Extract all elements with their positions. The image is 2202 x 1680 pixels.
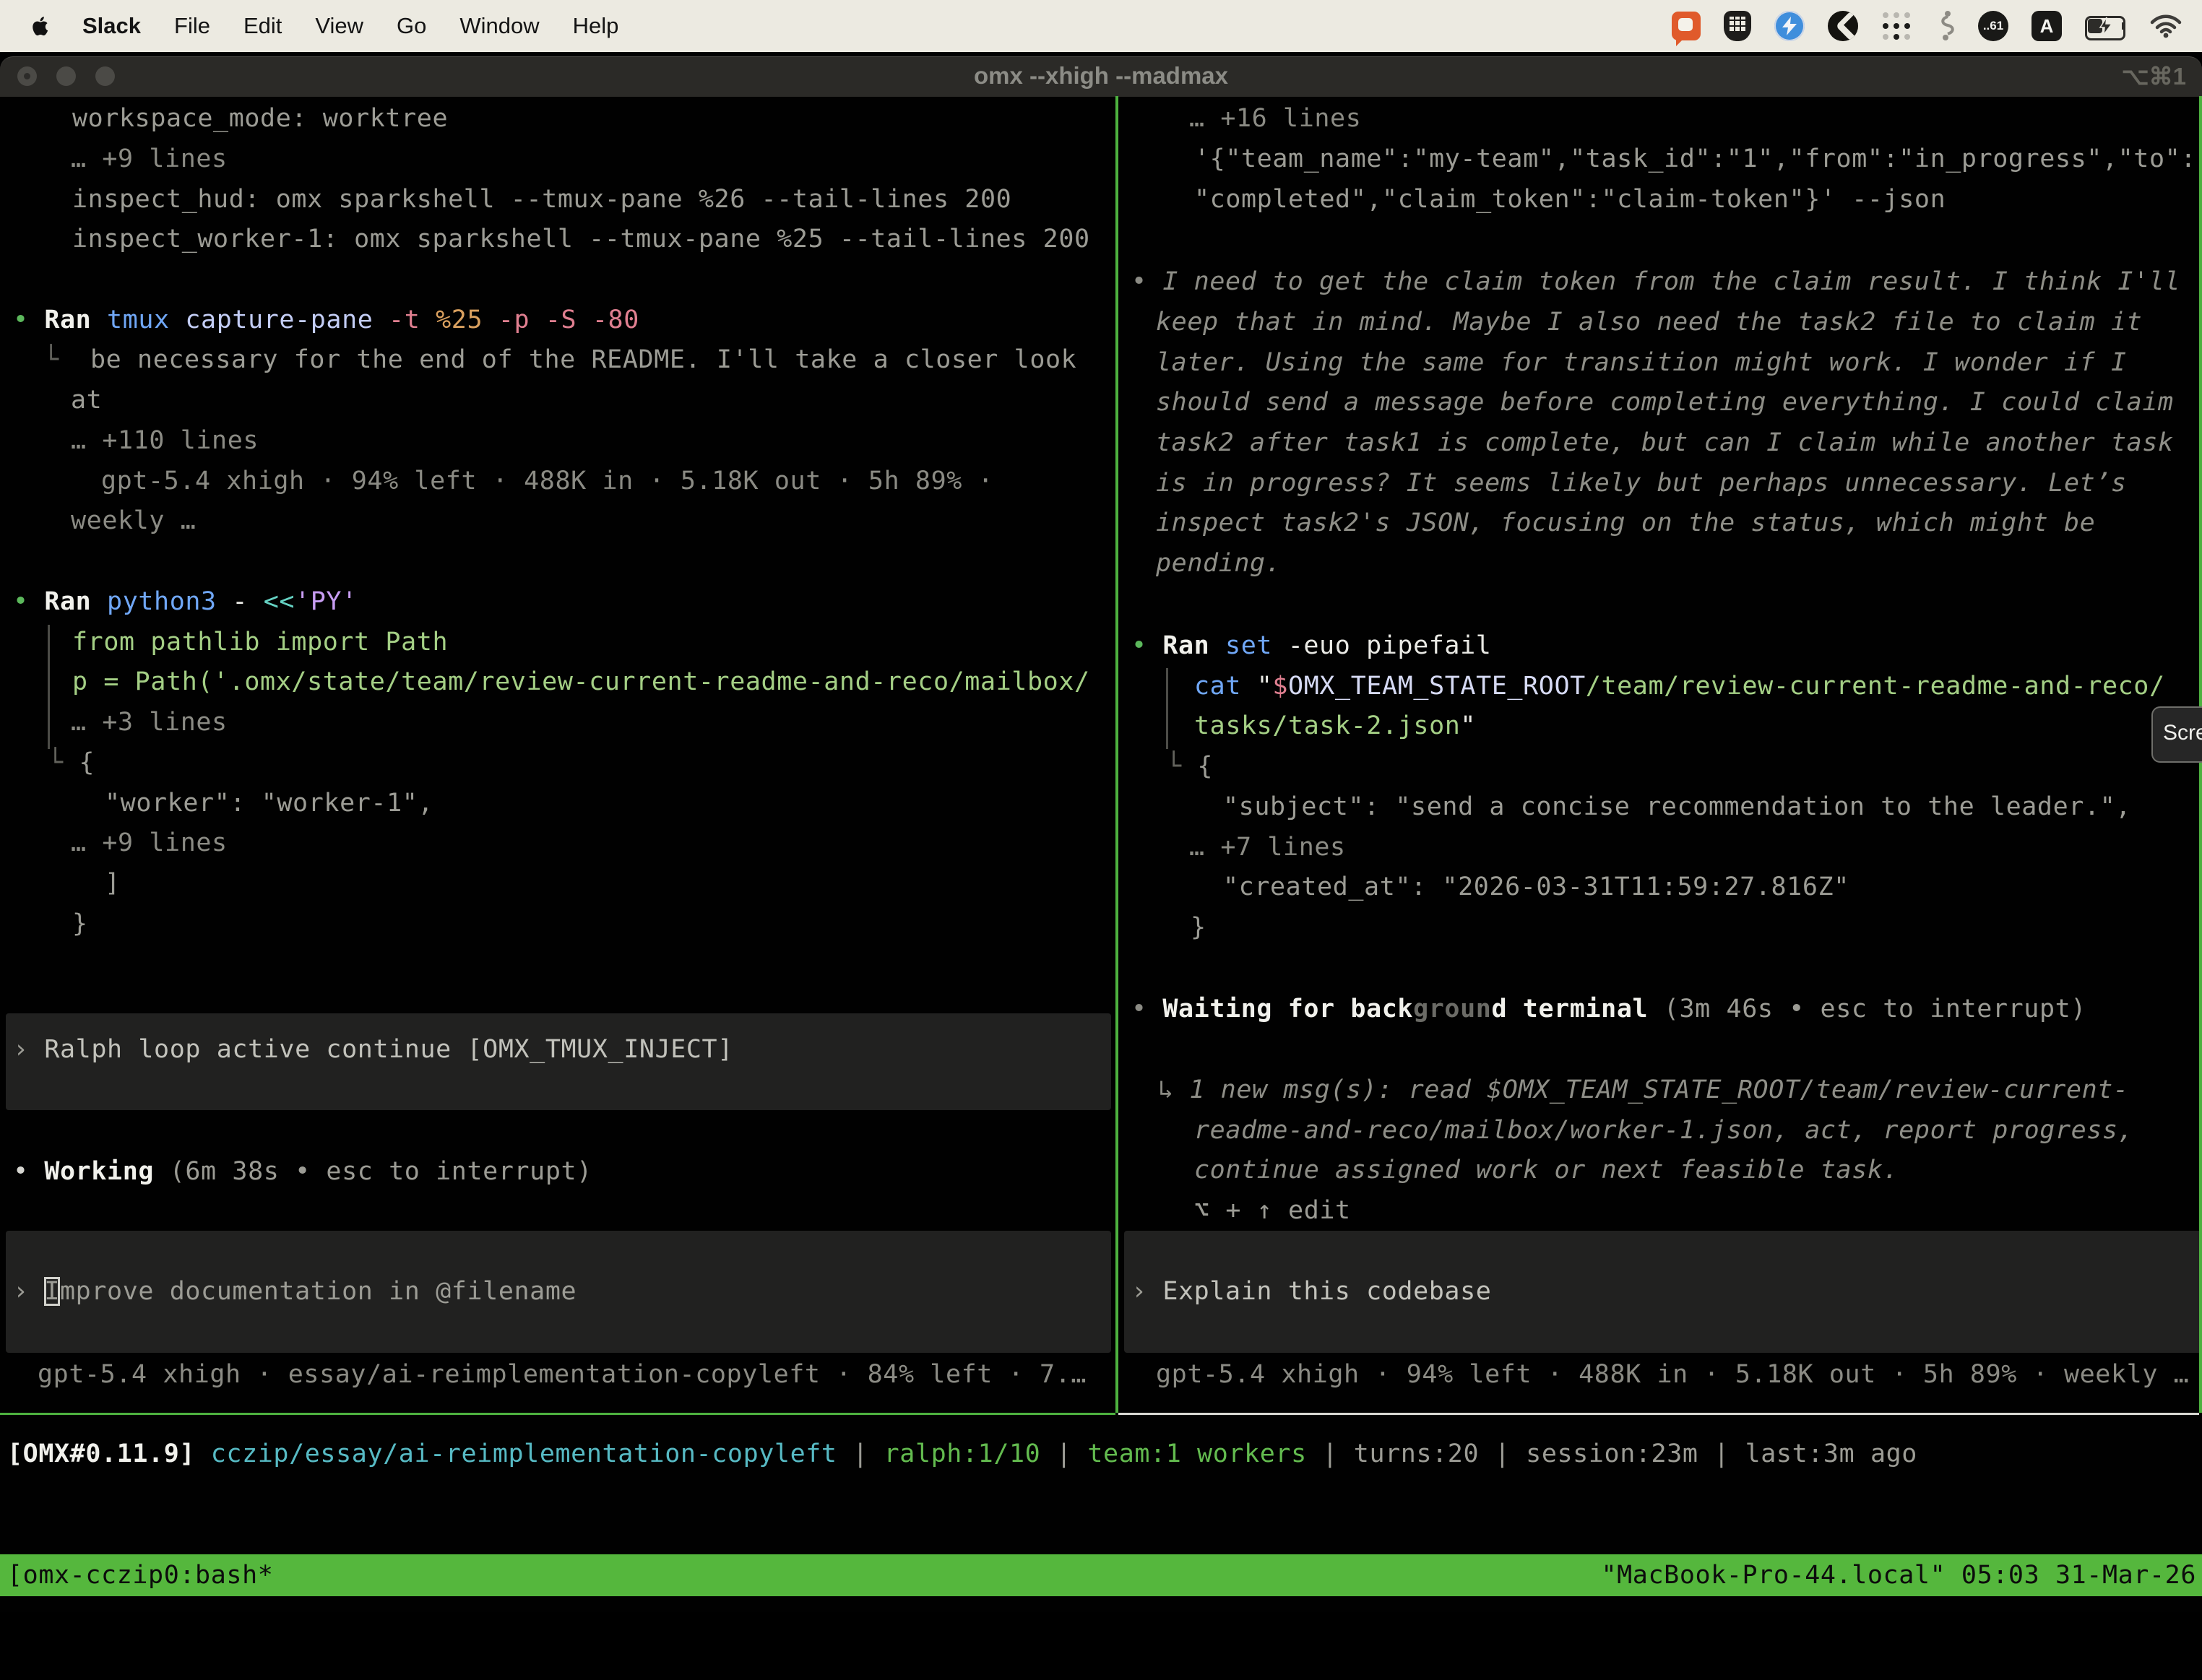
character-a-icon[interactable]: A xyxy=(2032,11,2062,41)
terminal-line: p = Path('.omx/state/team/review-current… xyxy=(72,662,1090,702)
terminal-line: should send a message before completing … xyxy=(1156,382,2174,423)
terminal-line: › Ralph loop active continue [OMX_TMUX_I… xyxy=(13,1029,733,1070)
menu-item-file[interactable]: File xyxy=(174,13,210,39)
terminal-line: '{"team_name":"my-team","task_id":"1","f… xyxy=(1194,139,2196,179)
window-title: omx --xhigh --madmax xyxy=(0,62,2202,90)
status-line-text: [OMX#0.11.9] cczip/essay/ai-reimplementa… xyxy=(7,1434,1917,1474)
terminal-line: inspect_worker-1: omx sparkshell --tmux-… xyxy=(72,219,1090,259)
terminal-line: "completed","claim_token":"claim-token"}… xyxy=(1194,179,1946,220)
output-connector-line xyxy=(48,625,50,749)
terminal-line: ] xyxy=(105,863,121,904)
window-shortcut-hint: ⌥⌘1 xyxy=(2122,62,2186,90)
terminal-line: › Improve documentation in @filename xyxy=(13,1271,577,1312)
terminal-line: "created_at": "2026-03-31T11:59:27.816Z" xyxy=(1223,867,1849,907)
terminal-line: › Explain this codebase xyxy=(1131,1271,1491,1312)
terminal-line: • Waiting for background terminal (3m 46… xyxy=(1131,989,2086,1029)
terminal-line: gpt-5.4 xhigh · essay/ai-reimplementatio… xyxy=(38,1354,1087,1395)
terminal-line: • I need to get the claim token from the… xyxy=(1131,261,2180,302)
wifi-icon[interactable] xyxy=(2150,14,2182,38)
terminal-line: … +9 lines xyxy=(71,823,228,863)
tmux-status-bar: [omx-cczip0:bash* "MacBook-Pro-44.local"… xyxy=(0,1554,2202,1596)
terminal-line: later. Using the same for transition mig… xyxy=(1156,342,2127,383)
terminal-line: ↳ 1 new msg(s): read $OMX_TEAM_STATE_ROO… xyxy=(1158,1070,2129,1110)
terminal-line: gpt-5.4 xhigh · 94% left · 488K in · 5.1… xyxy=(1156,1354,2189,1395)
terminal-line: ⌥ + ↑ edit xyxy=(1194,1190,1351,1231)
terminal-line: inspect_hud: omx sparkshell --tmux-pane … xyxy=(72,179,1011,220)
terminal-line: … +16 lines xyxy=(1189,98,1361,139)
menu-item-view[interactable]: View xyxy=(315,13,363,39)
chat-app-icon[interactable] xyxy=(1672,12,1701,40)
terminal-line: weekly … xyxy=(71,501,196,541)
macos-menu-bar: Slack File Edit View Go Window Help ..61 A xyxy=(0,0,2202,52)
terminal-line: "subject": "send a concise recommendatio… xyxy=(1223,787,2131,827)
menu-bar-left: Slack File Edit View Go Window Help xyxy=(0,13,618,39)
omx-status-line: [OMX#0.11.9] cczip/essay/ai-reimplementa… xyxy=(0,1434,2202,1474)
terminal-line: • Working (6m 38s • esc to interrupt) xyxy=(13,1151,592,1192)
terminal-line: at xyxy=(71,380,102,420)
terminal-line: └ { xyxy=(48,742,95,783)
terminal-line: readme-and-reco/mailbox/worker-1.json, a… xyxy=(1194,1110,2133,1151)
terminal-line: • Ran tmux capture-pane -t %25 -p -S -80 xyxy=(13,300,639,340)
terminal-line: keep that in mind. Maybe I also need the… xyxy=(1156,302,2142,342)
terminal-line: is in progress? It seems likely but perh… xyxy=(1156,463,2127,503)
tmux-session-label[interactable]: [omx-cczip0:bash* xyxy=(7,1554,273,1596)
terminal-line: └ be necessary for the end of the README… xyxy=(43,339,1076,380)
app-grid-icon[interactable] xyxy=(1881,10,1913,42)
battery-icon[interactable] xyxy=(2085,16,2127,36)
menu-item-go[interactable]: Go xyxy=(397,13,426,39)
output-connector-line xyxy=(1166,668,1168,749)
terminal-line: gpt-5.4 xhigh · 94% left · 488K in · 5.1… xyxy=(101,461,993,501)
terminal-line: } xyxy=(1191,907,1206,948)
bolt-circle-icon[interactable] xyxy=(1774,11,1805,41)
badge-61-icon[interactable]: ..61 xyxy=(1978,11,2008,41)
shield-grid-icon[interactable] xyxy=(1724,11,1751,41)
terminal-line: … +3 lines xyxy=(71,702,228,742)
terminal-line: • Ran python3 - <<'PY' xyxy=(13,581,358,622)
terminal-line: inspect task2's JSON, focusing on the st… xyxy=(1156,503,2095,543)
menu-item-edit[interactable]: Edit xyxy=(243,13,282,39)
terminal-line: continue assigned work or next feasible … xyxy=(1194,1150,1899,1190)
terminal-line: … +7 lines xyxy=(1189,827,1346,867)
menu-items: File Edit View Go Window Help xyxy=(174,13,618,39)
terminal-line: } xyxy=(72,904,88,944)
terminal-line: task2 after task1 is complete, but can I… xyxy=(1156,423,2174,463)
menu-bar-status-icons: ..61 A xyxy=(1672,10,2202,42)
terminal-line: "worker": "worker-1", xyxy=(105,783,433,823)
menu-item-window[interactable]: Window xyxy=(459,13,539,39)
terminal-line: … +110 lines xyxy=(71,420,259,461)
terminal-pane-right[interactable]: … +16 lines'{"team_name":"my-team","task… xyxy=(1118,96,2202,1413)
pane-left-bottom-border xyxy=(0,1413,1115,1415)
terminal-line: from pathlib import Path xyxy=(72,622,448,662)
terminal-line: pending. xyxy=(1156,543,1281,584)
pane-divider[interactable] xyxy=(1115,96,1118,1413)
screen-tooltip: Scre xyxy=(2151,706,2202,763)
terminal-line: workspace_mode: worktree xyxy=(72,98,448,139)
scooter-icon[interactable] xyxy=(1936,10,1955,42)
terminal-line: └ { xyxy=(1166,746,1213,787)
apple-menu-icon[interactable] xyxy=(30,15,49,37)
pane-right-bottom-border xyxy=(1118,1413,2199,1415)
terminal-line: tasks/task-2.json" xyxy=(1194,706,1476,746)
menu-app-name[interactable]: Slack xyxy=(82,13,141,39)
terminal-pane-left[interactable]: workspace_mode: worktree… +9 linesinspec… xyxy=(0,96,1115,1413)
terminal-line: … +9 lines xyxy=(71,139,228,179)
terminal-line: • Ran set -euo pipefail xyxy=(1131,625,1491,666)
terminal-line: cat "$OMX_TEAM_STATE_ROOT/team/review-cu… xyxy=(1194,666,2165,706)
kaleidoscope-icon[interactable] xyxy=(1828,11,1858,41)
tmux-host-clock: "MacBook-Pro-44.local" 05:03 31-Mar-26 xyxy=(1601,1554,2196,1596)
menu-item-help[interactable]: Help xyxy=(573,13,619,39)
